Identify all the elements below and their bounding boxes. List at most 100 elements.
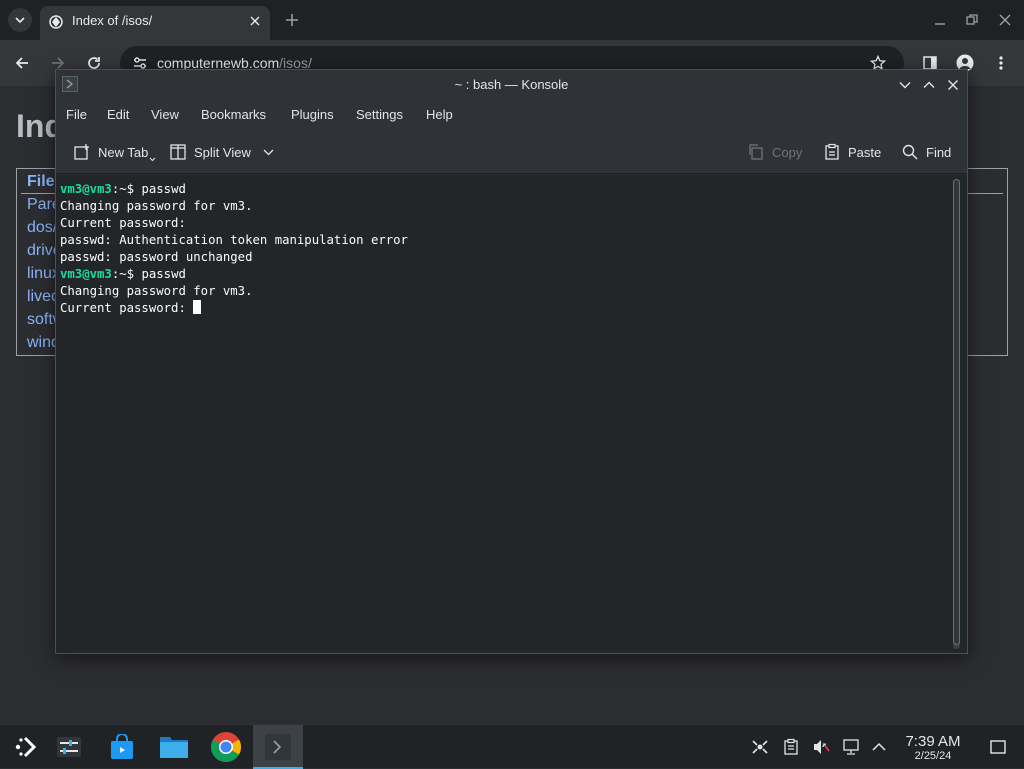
konsole-minimize-button[interactable]: [896, 76, 914, 94]
copy-label: Copy: [772, 144, 803, 160]
new-tab-label: New Tab: [98, 144, 149, 160]
new-tab-button[interactable]: [282, 10, 302, 30]
paste-icon: [825, 143, 839, 160]
terminal-output-line: passwd: Authentication token manipulatio…: [60, 232, 408, 249]
listing-link[interactable]: dos/: [27, 219, 57, 237]
paste-label: Paste: [848, 144, 882, 160]
menu-help[interactable]: Help: [426, 107, 453, 122]
show-desktop-icon: [990, 740, 1006, 754]
konsole-titlebar[interactable]: ~ : bash — Konsole: [56, 70, 967, 100]
tab-title: Index of /isos/: [72, 13, 153, 28]
system-settings-button[interactable]: [44, 725, 94, 769]
network-wired-icon: [843, 739, 859, 755]
scrollbar-thumb[interactable]: [953, 179, 960, 645]
tab-search-button[interactable]: [8, 8, 32, 32]
menu-file[interactable]: File: [66, 107, 87, 122]
application-launcher-icon: [15, 736, 37, 758]
clock-time[interactable]: 7:39 AM: [896, 733, 970, 750]
kde-connect-tray[interactable]: [750, 737, 770, 757]
konsole-close-button[interactable]: [944, 76, 962, 94]
file-manager-button[interactable]: [149, 725, 199, 769]
prompt-user: vm3@vm3: [60, 182, 112, 196]
clock-date[interactable]: 2/25/24: [896, 750, 970, 762]
minimize-button[interactable]: [930, 10, 950, 30]
restore-icon: [966, 14, 978, 25]
taskbar: 7:39 AM 2/25/24: [0, 724, 1024, 769]
new-tab-button[interactable]: New Tab: [73, 141, 163, 163]
find-label: Find: [926, 144, 952, 160]
volume-tray[interactable]: [811, 737, 831, 757]
terminal-view[interactable]: vm3@vm3:~$ passwd Changing password for v…: [56, 175, 967, 653]
more-vertical-icon: [999, 56, 1003, 70]
terminal-output-line: Changing password for vm3.: [60, 198, 408, 215]
menu-view[interactable]: View: [151, 107, 179, 122]
prompt-user: vm3@vm3: [60, 267, 112, 281]
split-view-icon: [170, 144, 186, 160]
menu-bookmarks[interactable]: Bookmarks: [201, 107, 266, 122]
tab-strip: Index of /isos/: [0, 0, 1024, 40]
application-launcher-button[interactable]: [0, 725, 50, 769]
plus-icon: [286, 14, 298, 26]
konsole-taskbar-button[interactable]: [253, 725, 303, 769]
close-icon: [250, 16, 260, 26]
terminal-scrollbar[interactable]: [949, 179, 963, 649]
tab-index-isos[interactable]: Index of /isos/: [40, 6, 270, 40]
site-favicon-icon: [49, 15, 63, 29]
system-settings-icon: [57, 737, 81, 757]
split-view-label: Split View: [194, 144, 251, 160]
menu-settings[interactable]: Settings: [356, 107, 403, 122]
terminal-output-line: Current password:: [60, 300, 408, 317]
clipboard-tray[interactable]: [781, 737, 801, 757]
konsole-menubar: File Edit View Bookmarks Plugins Setting…: [56, 100, 967, 130]
network-tray[interactable]: [841, 737, 861, 757]
discover-store-icon: [111, 734, 133, 759]
terminal-output-line: Changing password for vm3.: [60, 283, 408, 300]
chrome-taskbar-button[interactable]: [201, 725, 251, 769]
output-text: Current password:: [60, 216, 186, 230]
copy-button[interactable]: Copy: [747, 141, 802, 163]
output-text: passwd: Authentication token manipulatio…: [60, 233, 408, 247]
konsole-title: ~ : bash — Konsole: [454, 77, 569, 92]
terminal-cursor: [193, 300, 202, 314]
menu-edit[interactable]: Edit: [107, 107, 129, 122]
chevron-down-icon: [15, 17, 25, 24]
clipboard-icon: [784, 738, 798, 755]
terminal-output-line: Current password:: [60, 215, 408, 232]
paste-button[interactable]: Paste: [823, 141, 881, 163]
new-tab-icon: [74, 144, 89, 160]
chevron-up-icon: [872, 742, 886, 751]
output-text: Current password:: [60, 301, 194, 315]
chevron-up-icon: [923, 81, 935, 88]
search-icon: [902, 144, 918, 160]
restore-button[interactable]: [962, 10, 982, 30]
konsole-window: ~ : bash — Konsole File Edit View Bookma…: [55, 69, 968, 654]
chevron-down-icon: [149, 157, 156, 161]
chrome-icon: [210, 732, 242, 763]
output-text: passwd: password unchanged: [60, 250, 253, 264]
menu-plugins[interactable]: Plugins: [291, 107, 334, 122]
split-view-button[interactable]: Split View: [169, 141, 281, 163]
minimize-icon: [935, 23, 945, 25]
peek-desktop-button[interactable]: [988, 737, 1008, 757]
konsole-icon: [265, 734, 291, 760]
back-button[interactable]: [9, 50, 35, 76]
chevron-down-icon: [263, 149, 274, 155]
discover-store-button[interactable]: [97, 725, 147, 769]
prompt-command: passwd: [141, 267, 186, 281]
show-hidden-icons-button[interactable]: [869, 737, 889, 757]
chrome-menu-button[interactable]: [988, 50, 1014, 76]
output-text: Changing password for vm3.: [60, 199, 253, 213]
close-window-button[interactable]: [995, 10, 1015, 30]
find-button[interactable]: Find: [901, 141, 951, 163]
output-text: Changing password for vm3.: [60, 284, 253, 298]
listing-header-file[interactable]: File: [27, 173, 55, 191]
terminal-output: vm3@vm3:~$ passwd Changing password for v…: [60, 181, 408, 317]
konsole-maximize-button[interactable]: [920, 76, 938, 94]
konsole-toolbar: New Tab Split View Copy Paste Find: [56, 130, 967, 174]
tab-close-button[interactable]: [246, 12, 264, 30]
file-manager-icon: [160, 737, 188, 758]
copy-icon: [749, 144, 763, 160]
kde-connect-icon: [752, 740, 768, 754]
terminal-prompt-line: vm3@vm3:~$ passwd: [60, 181, 408, 198]
volume-muted-icon: [814, 740, 830, 754]
